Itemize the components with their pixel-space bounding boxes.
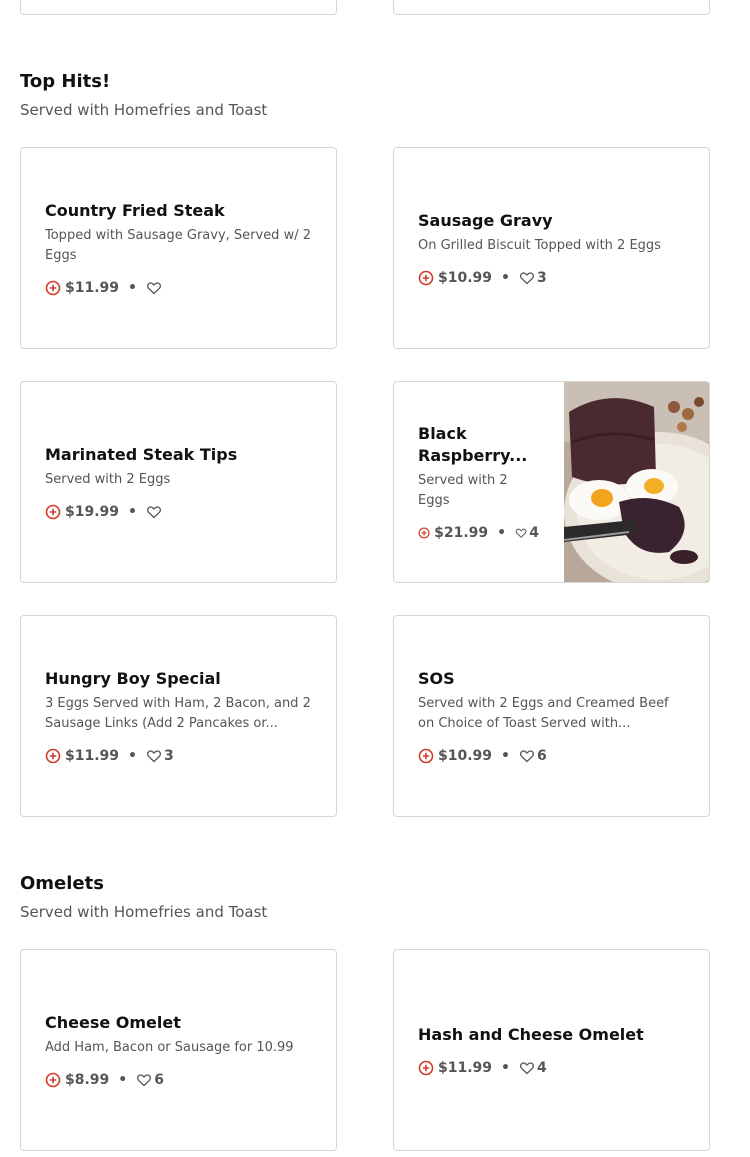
menu-item-card[interactable]: Hungry Boy Special 3 Eggs Served with Ha… <box>20 615 337 817</box>
item-price: $8.99 <box>65 1072 110 1088</box>
add-to-cart-icon[interactable] <box>45 748 61 764</box>
add-to-cart-icon[interactable] <box>45 280 61 296</box>
item-name: Sausage Gravy <box>418 211 553 230</box>
heart-icon[interactable] <box>519 748 535 764</box>
menu-item-card[interactable]: Sausage Gravy On Grilled Biscuit Topped … <box>393 147 710 349</box>
item-price: $11.99 <box>438 1060 493 1076</box>
heart-icon[interactable] <box>146 280 162 296</box>
item-description: Served with 2 Eggs <box>418 473 508 508</box>
item-name: Marinated Steak Tips <box>45 445 238 464</box>
item-description: Served with 2 Eggs <box>45 472 171 487</box>
separator-dot: • <box>501 270 510 286</box>
menu-item-card-partial[interactable] <box>20 0 337 15</box>
heart-icon[interactable] <box>519 1060 535 1076</box>
section-title: Top Hits! <box>20 71 111 92</box>
menu-item-card[interactable]: Marinated Steak Tips Served with 2 Eggs … <box>20 381 337 583</box>
item-description: Topped with Sausage Gravy, Served w/ 2 E… <box>45 228 311 263</box>
separator-dot: • <box>501 1060 510 1076</box>
heart-icon[interactable] <box>146 504 162 520</box>
like-count: 6 <box>536 748 547 764</box>
separator-dot: • <box>118 1072 128 1088</box>
menu-item-card[interactable]: Country Fried Steak Topped with Sausage … <box>20 147 337 349</box>
item-description: On Grilled Biscuit Topped with 2 Eggs <box>418 238 661 253</box>
item-name: Country Fried Steak <box>45 201 225 220</box>
add-to-cart-icon[interactable] <box>418 525 430 541</box>
item-price: $11.99 <box>65 748 120 764</box>
add-to-cart-icon[interactable] <box>45 504 61 520</box>
item-price: $11.99 <box>65 280 120 296</box>
separator-dot: • <box>501 748 510 764</box>
section-subtitle: Served with Homefries and Toast <box>20 101 268 119</box>
separator-dot: • <box>128 504 137 520</box>
separator-dot: • <box>128 748 137 764</box>
heart-icon[interactable] <box>515 525 527 541</box>
item-name: Hungry Boy Special <box>45 669 221 688</box>
menu-item-card[interactable]: SOS Served with 2 Eggs and Creamed Beef … <box>393 615 710 817</box>
add-to-cart-icon[interactable] <box>45 1072 61 1088</box>
item-price: $10.99 <box>438 270 493 286</box>
menu-item-card-partial[interactable] <box>393 0 710 15</box>
item-name: Black Raspberry... <box>418 424 528 465</box>
add-to-cart-icon[interactable] <box>418 748 434 764</box>
heart-icon[interactable] <box>519 270 535 286</box>
add-to-cart-icon[interactable] <box>418 270 434 286</box>
item-price: $21.99 <box>434 525 489 541</box>
item-name: SOS <box>418 669 455 688</box>
item-description: 3 Eggs Served with Ham, 2 Bacon, and 2 S… <box>45 696 311 731</box>
like-count: 3 <box>163 748 174 764</box>
like-count: 4 <box>529 525 539 541</box>
add-to-cart-icon[interactable] <box>418 1060 434 1076</box>
item-name: Cheese Omelet <box>45 1013 181 1032</box>
food-photo[interactable] <box>564 382 709 583</box>
like-count: 6 <box>154 1072 164 1088</box>
heart-icon[interactable] <box>136 1072 152 1088</box>
menu-item-card[interactable]: Black Raspberry... Served with 2 Eggs $2… <box>393 381 710 583</box>
item-price: $10.99 <box>438 748 493 764</box>
item-price: $19.99 <box>65 504 120 520</box>
heart-icon[interactable] <box>146 748 162 764</box>
like-count: 4 <box>536 1060 547 1076</box>
item-description: Served with 2 Eggs and Creamed Beef on C… <box>418 696 669 731</box>
item-name: Hash and Cheese Omelet <box>418 1025 644 1044</box>
item-description: Add Ham, Bacon or Sausage for 10.99 <box>45 1040 294 1055</box>
menu-item-card[interactable]: Hash and Cheese Omelet $11.99 • 4 <box>393 949 710 1151</box>
section-title: Omelets <box>20 873 104 894</box>
separator-dot: • <box>497 525 507 541</box>
section-subtitle: Served with Homefries and Toast <box>20 903 268 921</box>
separator-dot: • <box>128 280 137 296</box>
menu-item-card[interactable]: Cheese Omelet Add Ham, Bacon or Sausage … <box>20 949 337 1151</box>
like-count: 3 <box>536 270 547 286</box>
